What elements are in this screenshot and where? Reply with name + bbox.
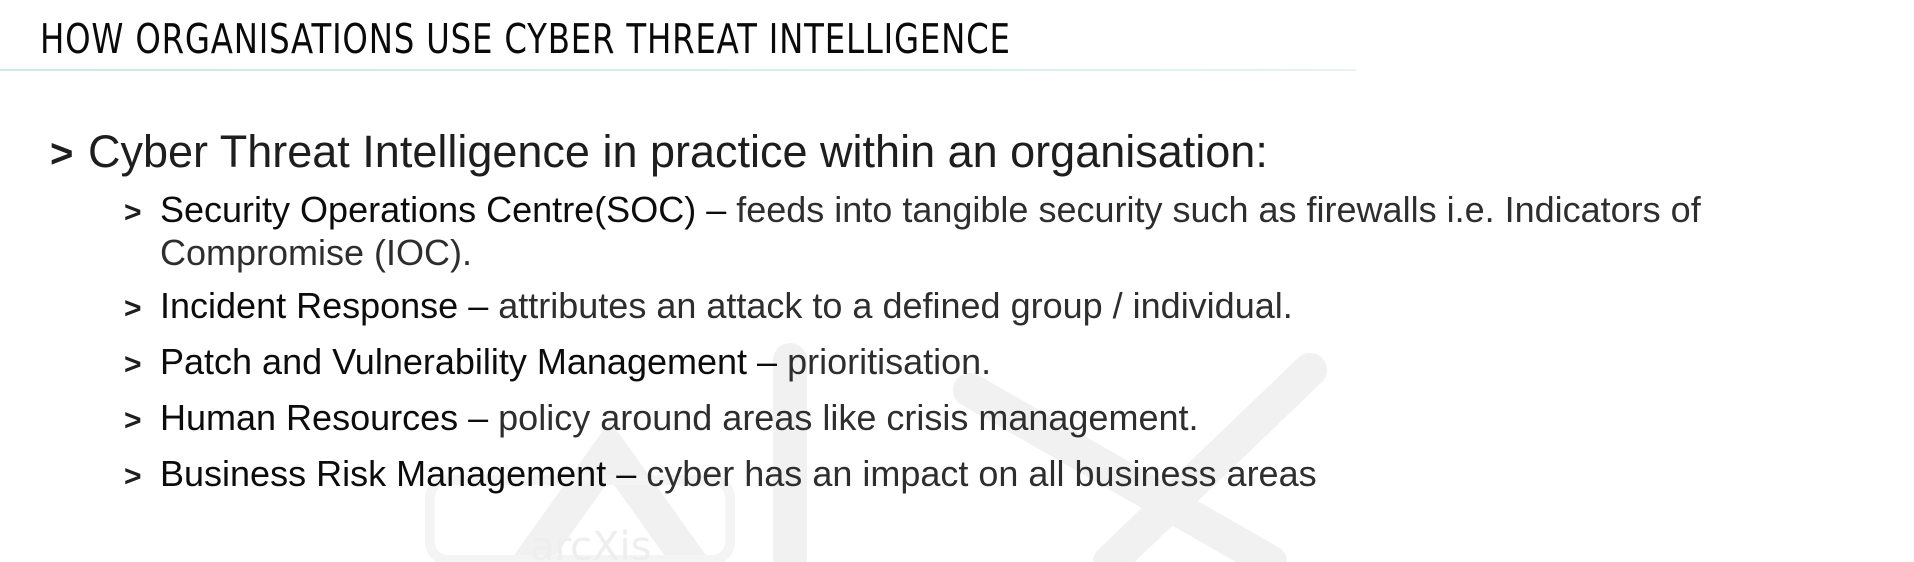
title-underline [0, 69, 1356, 71]
sub-bullet-separator: – [747, 341, 788, 382]
bullet-chevron-icon: > [124, 292, 142, 325]
sub-bullet-business-risk: > Business Risk Management – cyber has a… [124, 452, 1904, 498]
sub-bullet-separator: – [458, 397, 499, 438]
bullet-chevron-icon: > [124, 404, 142, 437]
sub-bullet-incident-response: > Incident Response – attributes an atta… [124, 284, 1904, 330]
main-bullet-text: Cyber Threat Intelligence in practice wi… [88, 126, 1268, 177]
bullet-chevron-icon: > [50, 132, 74, 176]
sub-bullet-body: Business Risk Management – cyber has an … [160, 452, 1870, 495]
sub-bullet-description: prioritisation. [787, 341, 992, 382]
sub-bullet-separator: – [458, 285, 499, 326]
sub-bullet-body: Incident Response – attributes an attack… [160, 284, 1870, 327]
sub-bullet-soc: > Security Operations Centre(SOC) – feed… [124, 188, 1904, 274]
sub-bullet-term: Human Resources [160, 397, 459, 438]
sub-bullet-term: Security Operations Centre(SOC) [160, 189, 697, 230]
page-title: HOW ORGANISATIONS USE CYBER THREAT INTEL… [40, 15, 1011, 63]
watermark-logo-text: arcXis [530, 524, 651, 562]
sub-bullet-body: Security Operations Centre(SOC) – feeds … [160, 188, 1870, 274]
sub-bullet-body: Human Resources – policy around areas li… [160, 396, 1870, 439]
sub-bullet-term: Business Risk Management [160, 453, 607, 494]
main-bullet: > Cyber Threat Intelligence in practice … [50, 124, 1268, 182]
sub-bullet-description: cyber has an impact on all business area… [646, 453, 1317, 494]
sub-bullet-term: Patch and Vulnerability Management [160, 341, 748, 382]
sub-bullet-list: > Security Operations Centre(SOC) – feed… [124, 188, 1904, 508]
sub-bullet-separator: – [606, 453, 647, 494]
bullet-chevron-icon: > [124, 348, 142, 381]
sub-bullet-description: policy around areas like crisis manageme… [498, 397, 1199, 438]
sub-bullet-body: Patch and Vulnerability Management – pri… [160, 340, 1870, 383]
sub-bullet-description: attributes an attack to a defined group … [498, 285, 1293, 326]
bullet-chevron-icon: > [124, 460, 142, 493]
sub-bullet-term: Incident Response [160, 285, 459, 326]
sub-bullet-separator: – [696, 189, 737, 230]
bullet-chevron-icon: > [124, 196, 142, 229]
sub-bullet-patch-management: > Patch and Vulnerability Management – p… [124, 340, 1904, 386]
sub-bullet-human-resources: > Human Resources – policy around areas … [124, 396, 1904, 442]
